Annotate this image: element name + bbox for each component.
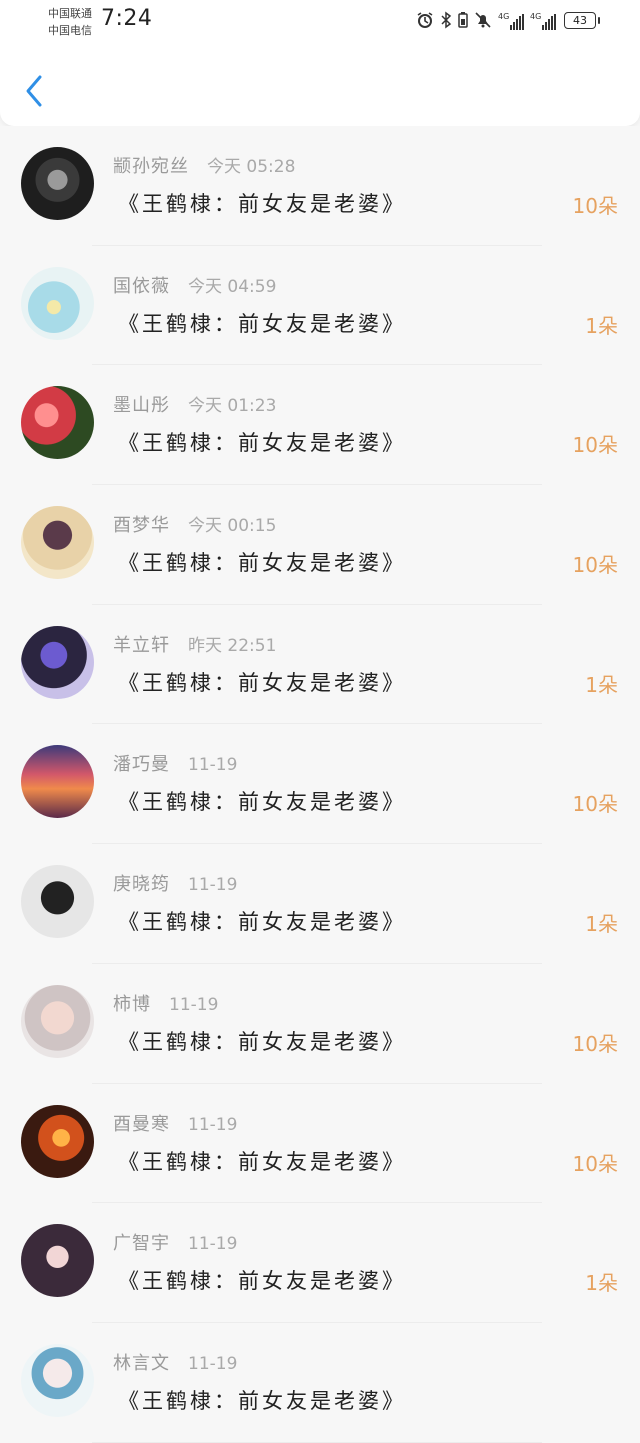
sender-name: 颛孙宛丝 [113,156,189,177]
timestamp: 11-19 [188,755,238,776]
flower-amount: 1朵 [585,672,618,697]
header-bar: 中国联通 中国电信 7:24 4G 4G 43 [0,0,640,126]
timestamp: 11-19 [188,1114,238,1135]
sender-name: 墨山彤 [113,395,170,417]
sender-name: 柿博 [113,993,151,1015]
girl-avatar[interactable] [21,984,94,1058]
work-title: 《王鹤棣：前女友是老婆》 [118,192,406,216]
list-item[interactable]: 颛孙宛丝 今天 05:28 《王鹤棣：前女友是老婆》 10朵 [0,126,640,246]
sender-name: 广智宇 [113,1233,170,1255]
sender-line: 颛孙宛丝 今天 05:28 [113,152,295,178]
timestamp: 今天 01:23 [188,396,277,417]
sender-line: 潘巧曼 11-19 [113,750,237,776]
flower-amount: 1朵 [585,313,618,338]
skull-avatar[interactable] [21,147,94,220]
timestamp: 今天 05:28 [207,157,296,177]
sunset-avatar[interactable] [21,745,94,819]
sender-line: 国依薇 今天 04:59 [113,272,276,298]
list-item[interactable]: 酉曼寒 11-19 《王鹤棣：前女友是老婆》 10朵 [0,1083,640,1204]
timestamp: 11-19 [188,875,238,896]
sender-line: 林言文 11-19 [113,1349,237,1375]
timestamp: 今天 00:15 [188,516,277,537]
list-item[interactable]: 墨山彤 今天 01:23 《王鹤棣：前女友是老婆》 10朵 [0,365,640,486]
portrait-avatar[interactable] [21,1224,94,1298]
sender-line: 广智宇 11-19 [113,1229,237,1255]
work-title: 《王鹤棣：前女友是老婆》 [118,1029,406,1054]
list-item[interactable]: 潘巧曼 11-19 《王鹤棣：前女友是老婆》 10朵 [0,724,640,845]
sender-name: 林言文 [113,1352,170,1374]
sender-name: 潘巧曼 [113,754,170,776]
list-item[interactable]: 林言文 11-19 《王鹤棣：前女友是老婆》 [0,1322,640,1443]
sender-line: 酉曼寒 11-19 [113,1110,237,1136]
sender-name: 酉曼寒 [113,1113,170,1135]
selfie-avatar[interactable] [21,1343,94,1417]
flower-amount: 10朵 [572,433,618,458]
work-title: 《王鹤棣：前女友是老婆》 [118,1269,406,1294]
flower-amount: 10朵 [572,1151,618,1176]
timestamp: 11-19 [188,1353,238,1374]
work-title: 《王鹤棣：前女友是老婆》 [118,670,406,695]
flower-amount: 10朵 [572,553,618,578]
signal-1-icon: 4G [498,12,524,30]
toy-avatar[interactable] [21,266,94,340]
work-title: 《王鹤棣：前女友是老婆》 [118,551,406,576]
sender-name: 羊立轩 [113,634,170,656]
work-title: 《王鹤棣：前女友是老婆》 [118,790,406,815]
status-icons: 4G 4G [416,11,556,33]
timestamp: 11-19 [188,1234,238,1255]
sender-name: 酉梦华 [113,515,170,537]
flower-avatar[interactable] [21,386,94,460]
battery-saver-icon [458,11,468,33]
sender-line: 墨山彤 今天 01:23 [113,391,276,417]
work-title: 《王鹤棣：前女友是老婆》 [118,1388,406,1413]
flower-amount: 10朵 [572,1031,618,1056]
flower-amount: 10朵 [572,194,618,218]
sender-name: 庚晓筠 [113,874,170,896]
signal-2-icon: 4G [530,12,556,30]
couple-avatar[interactable] [21,506,94,580]
list-item[interactable]: 羊立轩 昨天 22:51 《王鹤棣：前女友是老婆》 1朵 [0,604,640,725]
timestamp: 昨天 22:51 [188,635,277,656]
battery-indicator: 43 [564,12,600,29]
mute-bell-icon [474,11,492,33]
carrier-labels: 中国联通 中国电信 [48,5,92,39]
anime-avatar[interactable] [21,625,94,699]
timestamp: 11-19 [169,994,219,1015]
work-title: 《王鹤棣：前女友是老婆》 [118,311,406,336]
list-item[interactable]: 国依薇 今天 04:59 《王鹤棣：前女友是老婆》 1朵 [0,245,640,366]
flower-amount: 1朵 [585,1271,618,1296]
back-button[interactable] [20,72,50,110]
list-item[interactable]: 广智宇 11-19 《王鹤棣：前女友是老婆》 1朵 [0,1203,640,1323]
sender-name: 国依薇 [113,275,170,297]
network-type-1: 4G [498,12,510,21]
network-type-2: 4G [530,12,542,21]
carrier-1: 中国联通 [48,7,92,20]
flower-amount: 1朵 [585,912,618,937]
list-item[interactable]: 庚晓筠 11-19 《王鹤棣：前女友是老婆》 1朵 [0,844,640,964]
fire-avatar[interactable] [21,1104,94,1178]
work-title: 《王鹤棣：前女友是老婆》 [118,431,406,456]
silhouette-avatar[interactable] [21,865,94,939]
sender-line: 柿博 11-19 [113,990,218,1016]
alarm-icon [416,11,434,33]
timestamp: 今天 04:59 [188,276,277,297]
gift-record-list: 颛孙宛丝 今天 05:28 《王鹤棣：前女友是老婆》 10朵 国依薇 今天 04:59 《王… [0,126,640,1443]
sender-line: 庚晓筠 11-19 [113,870,237,896]
clock: 7:24 [101,6,153,31]
carrier-2: 中国电信 [48,24,92,37]
list-item[interactable]: 酉梦华 今天 00:15 《王鹤棣：前女友是老婆》 10朵 [0,485,640,605]
divider [92,1441,542,1443]
list-item[interactable]: 柿博 11-19 《王鹤棣：前女友是老婆》 10朵 [0,963,640,1084]
work-title: 《王鹤棣：前女友是老婆》 [118,1149,406,1174]
chevron-left-icon [26,75,42,107]
sender-line: 羊立轩 昨天 22:51 [113,631,276,657]
sender-line: 酉梦华 今天 00:15 [113,511,276,537]
bluetooth-icon [440,11,452,33]
flower-amount: 10朵 [572,792,618,817]
work-title: 《王鹤棣：前女友是老婆》 [118,910,406,935]
